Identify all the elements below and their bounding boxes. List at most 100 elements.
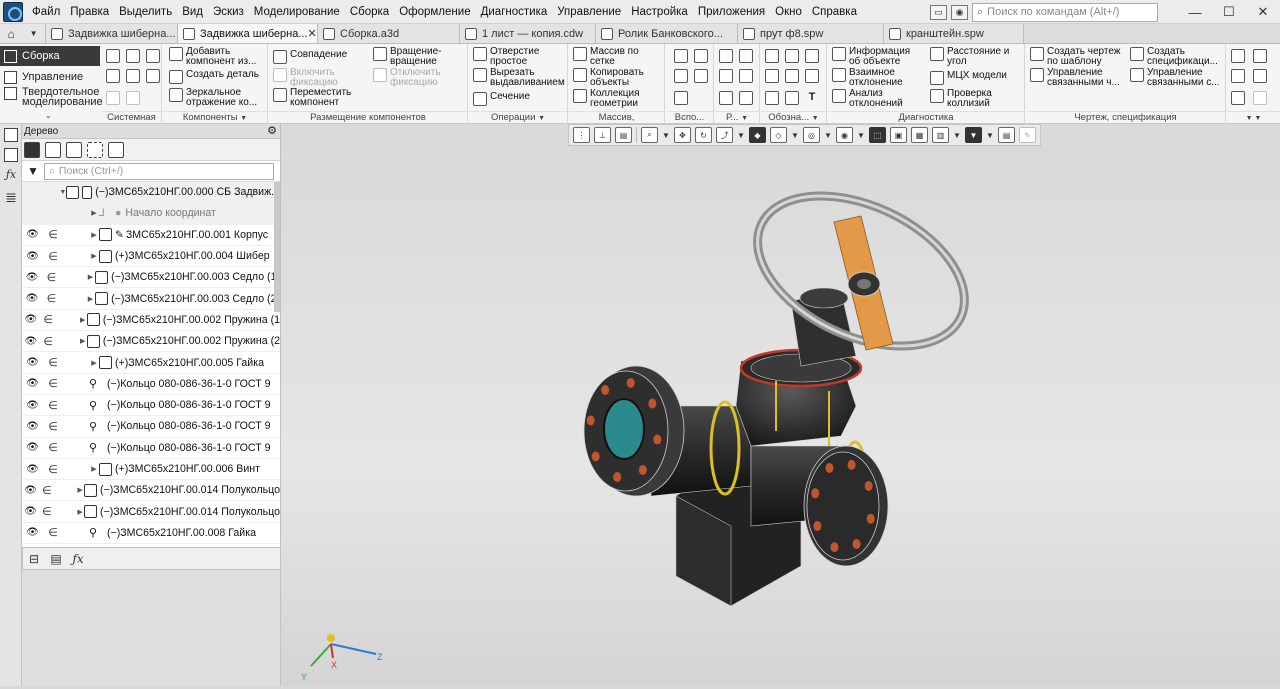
menu-management[interactable]: Управление <box>552 6 626 18</box>
snap-icon[interactable]: ⋮ <box>573 127 590 143</box>
fix-on-button[interactable]: Включить фиксацию <box>273 68 338 88</box>
tolerance-icon[interactable] <box>805 69 819 83</box>
visibility-eye-icon[interactable]: 👁 <box>22 400 43 411</box>
expand-icon[interactable]: ▶ <box>76 508 84 516</box>
filter-icon[interactable]: ▼ <box>965 127 982 143</box>
tree-tab-icon[interactable]: ⊟ <box>23 552 45 566</box>
tab-document-2[interactable]: Задвижка шиберна... ✕ <box>178 24 318 43</box>
curve-icon[interactable] <box>719 91 733 105</box>
menu-file[interactable]: Файл <box>27 6 65 18</box>
chevron-down-icon[interactable]: ▼ <box>953 127 961 143</box>
create-spec-button[interactable]: Создать спецификаци... <box>1130 47 1218 67</box>
tree-search-input[interactable]: ⌕ Поиск (Ctrl+/) <box>44 162 274 180</box>
roughness-icon[interactable] <box>805 49 819 63</box>
grid-array-button[interactable]: Массив по сетке <box>573 47 639 67</box>
model-canvas[interactable]: Z Y X <box>281 146 1280 686</box>
move-component-button[interactable]: Переместить компонент <box>273 88 351 108</box>
manage-linked-drawings-button[interactable]: Управление связанными ч... <box>1030 68 1120 88</box>
tree-row[interactable]: 👁 ∈ ▶ (−)ЗМС65х210НГ.00.002 Пружина (2 <box>22 331 280 353</box>
table-view-icon[interactable]: ▤ <box>998 127 1015 143</box>
fill-icon[interactable] <box>739 91 753 105</box>
expand-icon[interactable]: ▶ <box>86 273 96 281</box>
mutual-deviation-button[interactable]: Взаимное отклонение <box>832 68 903 88</box>
tree-row[interactable]: 👁 ∈ ⚲ (−)Кольцо 080-086-36-1-0 ГОСТ 9 <box>22 374 280 395</box>
command-search-input[interactable]: ⌕ Поиск по командам (Alt+/) <box>972 2 1158 22</box>
tree-row[interactable]: 👁 ∈ ▶ (+)ЗМС65х210НГ.00.006 Винт <box>22 459 280 481</box>
weld-icon[interactable] <box>785 91 799 105</box>
props-icon[interactable] <box>126 69 140 83</box>
menu-edit[interactable]: Правка <box>65 6 114 18</box>
surface-icon[interactable] <box>719 49 733 63</box>
menu-sketch[interactable]: Эскиз <box>208 6 249 18</box>
hide-icon[interactable]: ◎ <box>803 127 820 143</box>
coincide-button[interactable]: Совпадение <box>273 50 347 64</box>
mode-solid-modeling[interactable]: Твердотельное моделирование <box>0 87 103 109</box>
menu-applications[interactable]: Приложения <box>693 6 770 18</box>
visibility-eye-icon[interactable]: 👁 <box>22 293 42 304</box>
pencil-icon[interactable]: ✎ <box>1019 127 1036 143</box>
manage-linked-specs-button[interactable]: Управление связанными с... <box>1130 68 1220 88</box>
visibility-eye-icon[interactable]: 👁 <box>22 442 43 453</box>
section-view-icon[interactable]: ▣ <box>890 127 907 143</box>
include-icon[interactable]: ∈ <box>40 313 57 326</box>
collapse-icon[interactable]: ▼ <box>59 189 66 196</box>
layers-icon[interactable]: ▤ <box>615 127 632 143</box>
component-view-icon[interactable] <box>66 141 82 158</box>
expand-icon[interactable]: ▶ <box>89 465 99 473</box>
rotate-view-icon[interactable]: ↻ <box>695 127 712 143</box>
mirror-component-button[interactable]: Зеркальное отражение ко... <box>169 88 257 108</box>
visibility-eye-icon[interactable]: 👁 <box>22 464 43 475</box>
tree-row[interactable]: 👁 ∈ ⚲ (−)ЗМС65х210НГ.00.008 Гайка <box>22 523 280 545</box>
open-folder-icon[interactable] <box>126 49 140 63</box>
menu-settings[interactable]: Настройка <box>626 6 693 18</box>
chevron-down-icon[interactable]: ▼ <box>824 127 832 143</box>
screenshot-icon[interactable]: ◉ <box>951 4 968 20</box>
visibility-eye-icon[interactable]: 👁 <box>22 314 40 325</box>
deviation-analysis-button[interactable]: Анализ отклонений <box>832 89 903 109</box>
text-icon[interactable]: T <box>805 91 819 105</box>
variables-icon[interactable]: ƒx <box>4 168 18 182</box>
axis-icon[interactable] <box>694 49 708 63</box>
visibility-eye-icon[interactable]: 👁 <box>22 272 42 283</box>
copy-objects-button[interactable]: Копировать объекты <box>573 68 644 88</box>
variables-tab-icon[interactable]: ƒx <box>67 552 89 566</box>
visibility-eye-icon[interactable]: 👁 <box>22 251 43 262</box>
rotate-rotate-button[interactable]: Вращение- вращение <box>373 47 441 67</box>
minimize-button[interactable]: — <box>1178 5 1212 20</box>
extrude-cut-button[interactable]: Вырезать выдавливанием <box>473 68 565 88</box>
table-icon[interactable] <box>1253 69 1267 83</box>
include-icon[interactable]: ∈ <box>43 463 63 476</box>
tab-document-1[interactable]: Задвижка шиберна... <box>46 24 178 43</box>
chevron-down-icon[interactable]: ▼ <box>737 127 745 143</box>
filter-icon[interactable]: ▼ <box>22 164 44 178</box>
csys-icon[interactable] <box>694 69 708 83</box>
base-icon[interactable] <box>765 91 779 105</box>
menu-design[interactable]: Оформление <box>394 6 475 18</box>
include-icon[interactable]: ∈ <box>39 505 55 518</box>
orient-icon[interactable]: ⤴ <box>716 127 733 143</box>
visibility-eye-icon[interactable]: 👁 <box>22 357 43 368</box>
tree-scrollbar[interactable] <box>274 182 280 312</box>
menu-window[interactable]: Окно <box>770 6 807 18</box>
include-icon[interactable]: ∈ <box>40 335 57 348</box>
expand-icon[interactable]: ▶ <box>86 295 96 303</box>
history-view-icon[interactable] <box>45 141 61 158</box>
pan-icon[interactable]: ✥ <box>674 127 691 143</box>
menu-assembly[interactable]: Сборка <box>345 6 394 18</box>
visibility-eye-icon[interactable]: 👁 <box>22 527 43 538</box>
fix-off-button[interactable]: Отключить фиксацию <box>373 68 441 88</box>
expand-icon[interactable]: ▶ <box>78 337 86 345</box>
menu-select[interactable]: Выделить <box>114 6 177 18</box>
save-icon[interactable] <box>146 49 160 63</box>
tab-document-6[interactable]: прут ф8.spw <box>738 24 884 43</box>
mode-assembly[interactable]: Сборка <box>0 46 100 66</box>
tab-document-7[interactable]: кранштейн.spw <box>884 24 1024 43</box>
tree-row[interactable]: 👁 ∈ ▶ (+)ЗМС65х210НГ.00.005 Гайка <box>22 352 280 374</box>
tool-icon[interactable] <box>1231 91 1245 105</box>
tree-row[interactable]: 👁 ∈ ⚲ (−)Кольцо 080-086-36-1-0 ГОСТ 9 <box>22 395 280 417</box>
save-as-icon[interactable] <box>146 69 160 83</box>
chevron-down-icon[interactable]: ⌄ <box>45 111 52 120</box>
section-button[interactable]: Сечение <box>473 92 530 106</box>
display-icon[interactable]: ▥ <box>932 127 949 143</box>
mass-properties-button[interactable]: МЦХ модели <box>930 71 1007 85</box>
